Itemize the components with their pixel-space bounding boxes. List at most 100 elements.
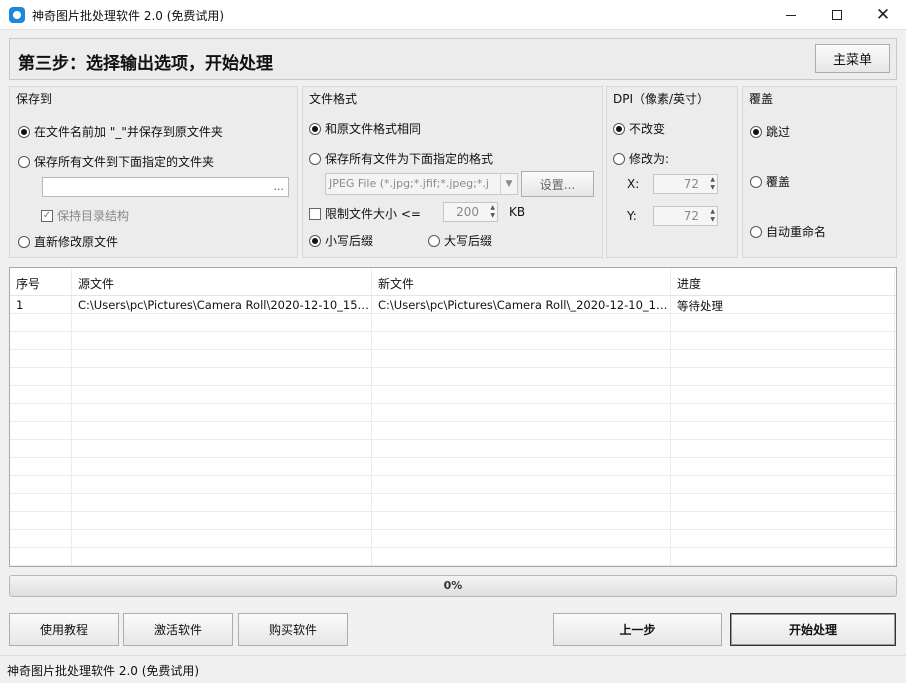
column-header-progress[interactable]: 进度 — [671, 268, 895, 295]
empty-row — [10, 530, 896, 548]
save-to-title: 保存到 — [16, 92, 53, 106]
radio-indicator — [309, 122, 321, 135]
maximize-button[interactable] — [814, 0, 860, 30]
progress-label: 0% — [443, 579, 463, 592]
column-header-source[interactable]: 源文件 — [72, 268, 372, 295]
overwrite-label: 覆盖 — [766, 175, 791, 189]
dpi-change-radio[interactable]: 修改为: — [613, 150, 669, 167]
progress-bar: 0% — [9, 575, 897, 597]
empty-row — [10, 368, 896, 386]
save-folder-radio[interactable]: 保存所有文件到下面指定的文件夹 — [18, 153, 214, 170]
specified-format-label: 保存所有文件为下面指定的格式 — [325, 152, 494, 166]
lowercase-ext-radio[interactable]: 小写后缀 — [309, 232, 373, 249]
format-settings-button[interactable]: 设置... — [521, 171, 594, 197]
status-text: 神奇图片批处理软件 2.0 (免费试用) — [7, 664, 200, 678]
empty-row — [10, 458, 896, 476]
radio-indicator — [18, 155, 30, 168]
overwrite-group: 覆盖 跳过 覆盖 自动重命名 — [742, 86, 897, 258]
radio-indicator — [428, 234, 440, 247]
auto-rename-radio[interactable]: 自动重命名 — [750, 223, 826, 240]
radio-indicator — [309, 152, 321, 165]
empty-row — [10, 440, 896, 458]
keep-structure-checkbox[interactable]: ✓ 保持目录结构 — [41, 207, 129, 224]
dpi-x-stepper[interactable]: 72 ▲ ▼ — [653, 174, 718, 194]
empty-row — [10, 494, 896, 512]
same-format-radio[interactable]: 和原文件格式相同 — [309, 120, 421, 137]
dpi-group: DPI（像素/英寸） 不改变 修改为: X: 72 ▲ ▼ Y: 72 ▲ ▼ — [606, 86, 738, 258]
dpi-y-stepper[interactable]: 72 ▲ ▼ — [653, 206, 718, 226]
step-header: 第三步：选择输出选项，开始处理 主菜单 — [9, 38, 897, 80]
activate-button[interactable]: 激活软件 — [123, 613, 233, 646]
close-icon: ✕ — [875, 5, 891, 25]
browse-button[interactable]: ... — [274, 180, 285, 193]
empty-row — [10, 386, 896, 404]
tutorial-button[interactable]: 使用教程 — [9, 613, 119, 646]
row-source-file: C:\Users\pc\Pictures\Camera Roll\2020-12… — [72, 296, 372, 313]
file-format-group: 文件格式 和原文件格式相同 保存所有文件为下面指定的格式 JPEG File (… — [302, 86, 603, 258]
dpi-title: DPI（像素/英寸） — [613, 92, 710, 106]
title-bar: 神奇图片批处理软件 2.0 (免费试用) ✕ — [0, 0, 906, 30]
dpi-x-label: X: — [627, 177, 640, 191]
keep-structure-label: 保持目录结构 — [57, 209, 130, 223]
limit-size-label: 限制文件大小 <= — [325, 207, 421, 221]
skip-radio[interactable]: 跳过 — [750, 123, 790, 140]
limit-size-unit: KB — [509, 205, 526, 219]
save-folder-label: 保存所有文件到下面指定的文件夹 — [34, 155, 215, 169]
step-title: 第三步：选择输出选项，开始处理 — [18, 54, 273, 74]
overwrite-title: 覆盖 — [749, 92, 774, 106]
skip-label: 跳过 — [766, 125, 791, 139]
empty-row — [10, 422, 896, 440]
minimize-icon — [786, 14, 796, 16]
uppercase-ext-label: 大写后缀 — [444, 234, 493, 248]
empty-row — [10, 314, 896, 332]
radio-indicator — [18, 125, 30, 138]
format-select[interactable]: JPEG File (*.jpg;*.jfif;*.jpeg;*.j ▼ — [325, 173, 518, 195]
radio-indicator — [18, 235, 30, 248]
save-prefix-label: 在文件名前加 "_"并保存到原文件夹 — [34, 125, 223, 139]
table-header: 序号 源文件 新文件 进度 — [10, 268, 896, 296]
overwrite-source-radio[interactable]: 直新修改原文件 — [18, 233, 118, 250]
dpi-y-label: Y: — [627, 209, 637, 223]
spin-arrows-icon: ▲ ▼ — [710, 176, 715, 191]
dpi-keep-radio[interactable]: 不改变 — [613, 120, 665, 137]
table-row[interactable]: 1 C:\Users\pc\Pictures\Camera Roll\2020-… — [10, 296, 896, 314]
dpi-keep-label: 不改变 — [629, 122, 666, 136]
auto-rename-label: 自动重命名 — [766, 225, 827, 239]
column-header-index[interactable]: 序号 — [10, 268, 72, 295]
file-list-table[interactable]: 序号 源文件 新文件 进度 1 C:\Users\pc\Pictures\Cam… — [9, 267, 897, 567]
overwrite-source-label: 直新修改原文件 — [34, 235, 119, 249]
folder-path-input[interactable]: ... — [42, 177, 289, 197]
empty-row — [10, 350, 896, 368]
limit-size-checkbox[interactable]: 限制文件大小 <= — [309, 205, 421, 222]
limit-size-stepper[interactable]: 200 ▲ ▼ — [443, 202, 498, 222]
radio-indicator — [750, 225, 762, 238]
uppercase-ext-radio[interactable]: 大写后缀 — [428, 232, 492, 249]
dpi-change-label: 修改为: — [629, 152, 670, 166]
chevron-down-icon: ▼ — [500, 174, 517, 194]
empty-row — [10, 548, 896, 566]
specified-format-radio[interactable]: 保存所有文件为下面指定的格式 — [309, 150, 493, 167]
empty-row — [10, 476, 896, 494]
radio-indicator — [750, 125, 762, 138]
empty-row — [10, 332, 896, 350]
start-processing-button[interactable]: 开始处理 — [730, 613, 896, 646]
window-title: 神奇图片批处理软件 2.0 (免费试用) — [32, 9, 225, 23]
limit-size-value: 200 — [456, 205, 479, 219]
overwrite-radio[interactable]: 覆盖 — [750, 173, 790, 190]
previous-step-button[interactable]: 上一步 — [553, 613, 722, 646]
lowercase-ext-label: 小写后缀 — [325, 234, 374, 248]
dpi-y-value: 72 — [683, 209, 699, 223]
dpi-x-value: 72 — [683, 177, 699, 191]
radio-indicator — [750, 175, 762, 188]
close-button[interactable]: ✕ — [860, 0, 906, 30]
maximize-icon — [832, 10, 842, 20]
empty-row — [10, 404, 896, 422]
app-logo-icon — [9, 7, 25, 23]
main-menu-button[interactable]: 主菜单 — [815, 44, 890, 73]
column-header-target[interactable]: 新文件 — [372, 268, 671, 295]
file-format-title: 文件格式 — [309, 92, 358, 106]
save-prefix-radio[interactable]: 在文件名前加 "_"并保存到原文件夹 — [18, 123, 223, 140]
buy-button[interactable]: 购买软件 — [238, 613, 348, 646]
minimize-button[interactable] — [768, 0, 814, 30]
checkmark-icon: ✓ — [41, 209, 53, 222]
